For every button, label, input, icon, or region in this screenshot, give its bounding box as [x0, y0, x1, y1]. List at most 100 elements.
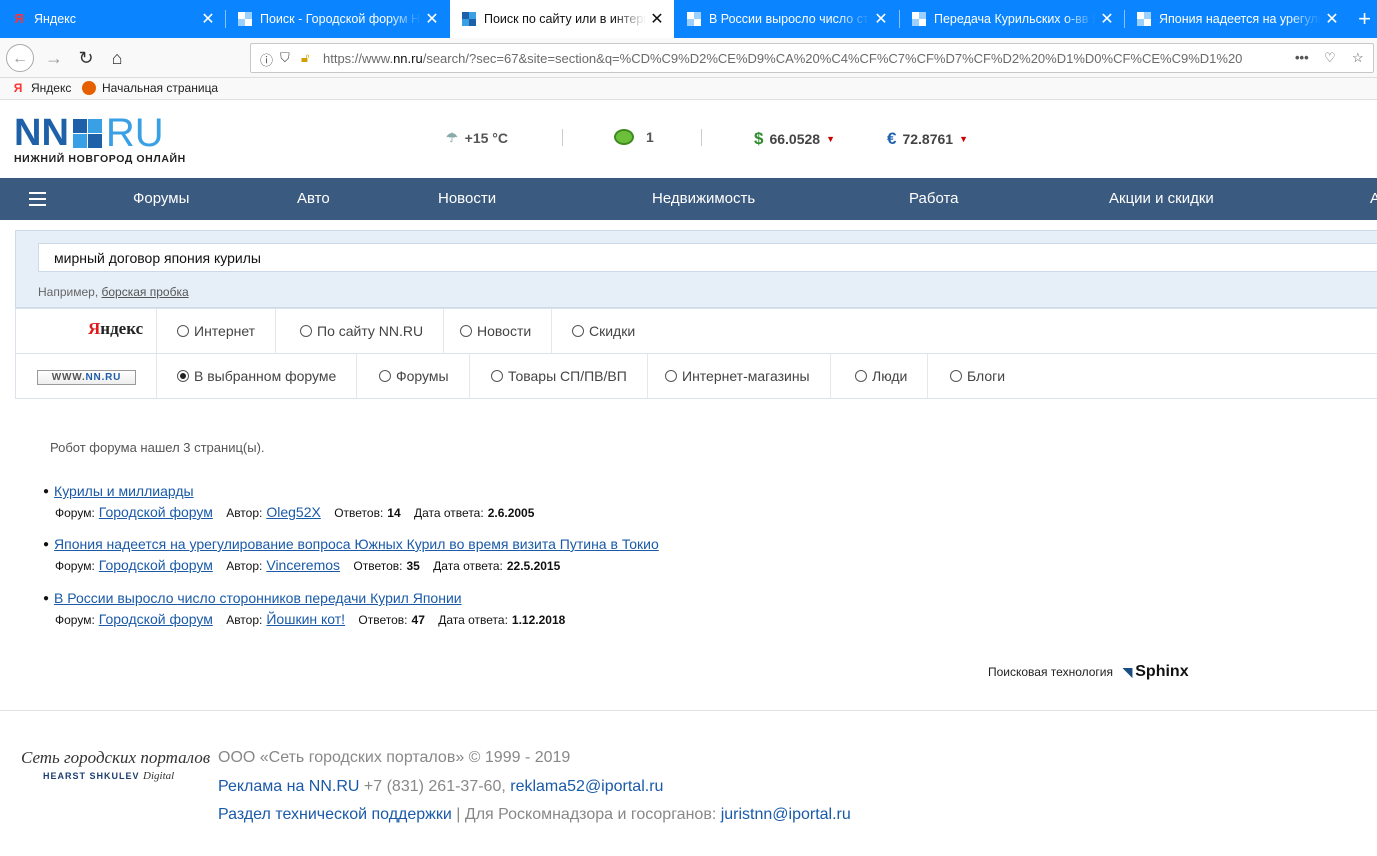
tech-label: Поисковая технология: [988, 665, 1114, 679]
author-link[interactable]: Oleg52X: [266, 504, 320, 520]
forum-link[interactable]: Городской форум: [99, 557, 213, 573]
header-divider: [562, 129, 563, 146]
option-goods[interactable]: Товары СП/ПВ/ВП: [471, 354, 648, 398]
option-site-nnru[interactable]: По сайту NN.RU: [280, 309, 445, 353]
result-title-link[interactable]: В России выросло число сторонников перед…: [54, 590, 462, 606]
radio-icon[interactable]: [855, 370, 867, 382]
author-link[interactable]: Йошкин кот!: [266, 611, 345, 627]
nav-more[interactable]: А: [1370, 190, 1377, 207]
option-internet[interactable]: Интернет: [157, 309, 277, 353]
search-input[interactable]: мирный договор япония курилы: [38, 243, 1377, 272]
nav-forums[interactable]: Форумы: [133, 190, 189, 207]
info-icon[interactable]: ⓘ: [260, 50, 273, 69]
bookmark-yandex[interactable]: Я Яндекс: [11, 81, 72, 95]
option-shops[interactable]: Интернет-магазины: [645, 354, 831, 398]
new-tab-button[interactable]: +: [1352, 0, 1377, 38]
result-title-link[interactable]: Япония надеется на урегулирование вопрос…: [54, 536, 659, 552]
radio-icon[interactable]: [177, 325, 189, 337]
nnru-brand: WWW.NN.RU: [16, 354, 157, 398]
forum-link[interactable]: Городской форум: [99, 504, 213, 520]
address-bar[interactable]: ⓘ ⛉ 🔓︎ https://www.nn.ru/search/?sec=67&…: [250, 43, 1374, 73]
site-logo[interactable]: NN RU НИЖНИЙ НОВГОРОД ОНЛАЙН: [14, 111, 186, 166]
sphinx-logo[interactable]: ◥ Sphinx: [1123, 663, 1189, 681]
radio-icon[interactable]: [300, 325, 312, 337]
radio-selected-icon[interactable]: [177, 370, 189, 382]
bookmark-star-icon[interactable]: ☆: [1352, 50, 1364, 66]
traffic-widget[interactable]: 1: [614, 129, 654, 145]
pocket-icon[interactable]: ♡: [1324, 50, 1336, 66]
radio-icon[interactable]: [491, 370, 503, 382]
url-text[interactable]: https://www.nn.ru/search/?sec=67&site=se…: [323, 51, 1263, 66]
nav-news[interactable]: Новости: [438, 190, 496, 207]
nav-jobs[interactable]: Работа: [909, 190, 959, 207]
radio-icon[interactable]: [665, 370, 677, 382]
tab-russia-kurils[interactable]: В России выросло число сторонников ✕: [675, 0, 898, 38]
page-actions-icon[interactable]: •••: [1295, 50, 1309, 65]
radio-icon[interactable]: [460, 325, 472, 337]
eur-rate[interactable]: € 72.8761 ▼: [887, 129, 968, 149]
bullet-icon: ●: [43, 486, 50, 497]
bookmark-start-page[interactable]: Начальная страница: [82, 81, 218, 95]
tab-kuril-transfer[interactable]: Передача Курильских о-вв Японии ✕: [900, 0, 1124, 38]
date-label: Дата ответа:: [413, 506, 484, 520]
footer-copyright: ООО «Сеть городских порталов» © 1999 - 2…: [218, 749, 571, 766]
date-label: Дата ответа:: [438, 613, 508, 627]
rkn-email-link[interactable]: juristnn@iportal.ru: [721, 806, 851, 823]
tab-japan-hopes[interactable]: Япония надеется на урегулирование ✕: [1125, 0, 1349, 38]
browser-tab-bar: Я Яндекс ✕ Поиск - Городской форум Нижне…: [0, 0, 1377, 38]
weather-temp: +15 °C: [464, 130, 509, 146]
author-link[interactable]: Vinceremos: [266, 557, 340, 573]
nav-auto[interactable]: Авто: [297, 190, 330, 207]
search-panel: мирный договор япония курилы Например, б…: [15, 230, 1377, 308]
shield-icon[interactable]: ⛉: [280, 50, 290, 66]
close-tab-icon[interactable]: ✕: [1096, 9, 1118, 29]
answers-count: 47: [411, 613, 425, 627]
usd-rate[interactable]: $ 66.0528 ▼: [754, 129, 835, 149]
hamburger-menu-icon[interactable]: [29, 192, 46, 210]
back-button[interactable]: ←: [6, 44, 34, 72]
option-label: В выбранном форуме: [194, 368, 337, 384]
option-news[interactable]: Новости: [440, 309, 553, 353]
weather-widget[interactable]: ☂ +15 °C: [446, 130, 508, 146]
forum-label: Форум:: [55, 506, 95, 520]
nav-deals[interactable]: Акции и скидки: [1109, 190, 1214, 207]
close-tab-icon[interactable]: ✕: [870, 9, 892, 29]
result-title-link[interactable]: Курилы и миллиарды: [54, 483, 194, 499]
ads-email-link[interactable]: reklama52@iportal.ru: [510, 778, 663, 795]
option-label: Интернет: [194, 323, 256, 339]
close-tab-icon[interactable]: ✕: [1321, 9, 1343, 29]
option-selected-forum[interactable]: В выбранном форуме: [157, 354, 358, 398]
tab-title: Поиск по сайту или в интернете: [484, 12, 646, 26]
insecure-lock-icon[interactable]: 🔓︎: [301, 50, 309, 66]
example-link[interactable]: борская пробка: [102, 285, 189, 299]
forward-button[interactable]: →: [40, 44, 68, 72]
tab-forum-search[interactable]: Поиск - Городской форум Нижнего Новгород…: [226, 0, 449, 38]
footer-logo-line1: Сеть городских порталов: [21, 748, 211, 767]
home-button[interactable]: ⌂: [103, 44, 131, 72]
option-people[interactable]: Люди: [835, 354, 929, 398]
sphinx-name: Sphinx: [1135, 663, 1189, 680]
forum-link[interactable]: Городской форум: [99, 611, 213, 627]
tab-yandex[interactable]: Я Яндекс ✕: [0, 0, 225, 38]
bookmark-label: Яндекс: [31, 81, 72, 95]
radio-icon[interactable]: [950, 370, 962, 382]
answers-count: 35: [406, 559, 420, 573]
ads-link[interactable]: Реклама на NN.RU: [218, 778, 359, 795]
close-tab-icon[interactable]: ✕: [197, 9, 219, 29]
nav-realty[interactable]: Недвижимость: [652, 190, 755, 207]
reload-button[interactable]: ↻: [72, 44, 100, 72]
tab-site-search[interactable]: Поиск по сайту или в интернете ✕: [450, 0, 674, 38]
close-tab-icon[interactable]: ✕: [421, 9, 443, 29]
support-link[interactable]: Раздел технической поддержки: [218, 806, 452, 823]
firefox-icon: [82, 81, 96, 95]
option-blogs[interactable]: Блоги: [930, 354, 1025, 398]
radio-icon[interactable]: [572, 325, 584, 337]
footer-divider: [0, 710, 1377, 711]
radio-icon[interactable]: [379, 370, 391, 382]
forum-label: Форум:: [55, 613, 95, 627]
footer-logo[interactable]: Сеть городских порталов HEARST SHKULEV D…: [21, 748, 210, 782]
option-discounts[interactable]: Скидки: [552, 309, 655, 353]
rkn-text: | Для Роскомнадзора и госорганов:: [451, 806, 721, 823]
close-tab-icon[interactable]: ✕: [646, 9, 668, 29]
option-forums[interactable]: Форумы: [359, 354, 470, 398]
